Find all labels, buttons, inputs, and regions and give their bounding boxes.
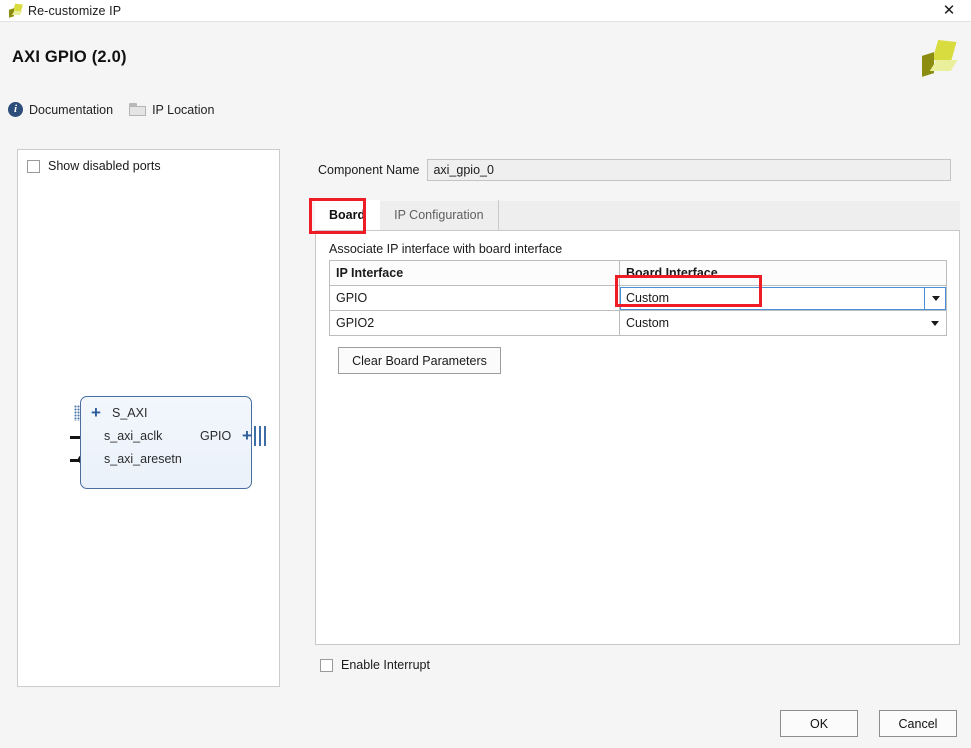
column-header-board-interface: Board Interface	[619, 260, 947, 286]
column-header-ip-interface: IP Interface	[329, 260, 620, 286]
folder-icon	[129, 103, 147, 116]
checkbox-box[interactable]	[27, 159, 40, 173]
ip-location-link[interactable]: IP Location	[129, 103, 214, 117]
s-axi-expand-icon[interactable]: +	[91, 404, 101, 421]
ok-button[interactable]: OK	[780, 710, 858, 737]
page-title: AXI GPIO (2.0)	[12, 48, 127, 66]
re-customize-ip-dialog: Re-customize IP ✕ AXI GPIO (2.0) i Docum…	[0, 0, 971, 748]
checkbox-box[interactable]	[320, 658, 333, 672]
gpio-board-interface-combo[interactable]: Custom	[620, 286, 946, 310]
documentation-label: Documentation	[29, 102, 114, 117]
window-title: Re-customize IP	[28, 3, 122, 18]
gpio2-board-interface-value: Custom	[626, 316, 670, 330]
port-label-s-axi-aresetn: s_axi_aresetn	[104, 452, 182, 466]
cell-board-interface-gpio[interactable]: Custom	[619, 285, 947, 311]
gpio-board-interface-value: Custom	[626, 291, 670, 305]
chevron-down-icon[interactable]	[924, 312, 946, 335]
show-disabled-ports-checkbox[interactable]: Show disabled ports	[27, 159, 161, 173]
cell-board-interface-gpio2[interactable]: Custom	[619, 310, 947, 336]
documentation-link[interactable]: i Documentation	[8, 102, 113, 117]
window-titlebar: Re-customize IP ✕	[0, 0, 971, 22]
component-name-label: Component Name	[318, 163, 420, 177]
show-disabled-ports-label: Show disabled ports	[48, 159, 161, 173]
enable-interrupt-label: Enable Interrupt	[341, 658, 430, 672]
ip-block-diagram: + S_AXI s_axi_aclk s_axi_aresetn GPIO +	[62, 388, 272, 498]
ip-location-label: IP Location	[152, 102, 215, 117]
gpio-expand-icon[interactable]: +	[242, 427, 252, 444]
associate-description: Associate IP interface with board interf…	[329, 242, 563, 256]
enable-interrupt-checkbox[interactable]: Enable Interrupt	[320, 658, 430, 672]
xilinx-logo	[915, 39, 958, 78]
table-row: GPIO2 Custom	[329, 310, 947, 336]
cell-ip-interface-gpio2: GPIO2	[329, 310, 620, 336]
tab-ip-configuration[interactable]: IP Configuration	[380, 200, 499, 230]
board-interface-table: IP Interface Board Interface GPIO Custom…	[329, 260, 947, 336]
component-name-row: Component Name	[318, 159, 952, 181]
chevron-down-icon[interactable]	[924, 286, 946, 310]
port-label-s-axi: S_AXI	[112, 406, 148, 420]
xilinx-pinwheel-icon	[6, 3, 23, 18]
clear-board-parameters-button[interactable]: Clear Board Parameters	[338, 347, 501, 374]
dialog-header: AXI GPIO (2.0) i Documentation IP Locati…	[0, 22, 971, 130]
ip-symbol-preview-panel: Show disabled ports + S_AXI s_axi_aclk s…	[17, 149, 280, 687]
gpio-bus-connector-icon	[254, 426, 266, 446]
component-name-input[interactable]	[427, 159, 952, 181]
close-icon[interactable]: ✕	[927, 0, 971, 21]
port-label-gpio: GPIO	[200, 429, 232, 443]
port-label-s-axi-aclk: s_axi_aclk	[104, 429, 163, 443]
tab-board[interactable]: Board	[315, 200, 381, 230]
board-tab-panel: Associate IP interface with board interf…	[315, 231, 960, 645]
header-links: i Documentation IP Location	[8, 102, 214, 117]
cancel-button[interactable]: Cancel	[879, 710, 957, 737]
gpio2-board-interface-combo[interactable]: Custom	[620, 311, 946, 335]
table-header-row: IP Interface Board Interface	[329, 260, 947, 286]
info-icon: i	[8, 102, 23, 117]
table-row: GPIO Custom	[329, 285, 947, 311]
cell-ip-interface-gpio: GPIO	[329, 285, 620, 311]
tab-bar: Board IP Configuration	[315, 200, 960, 231]
